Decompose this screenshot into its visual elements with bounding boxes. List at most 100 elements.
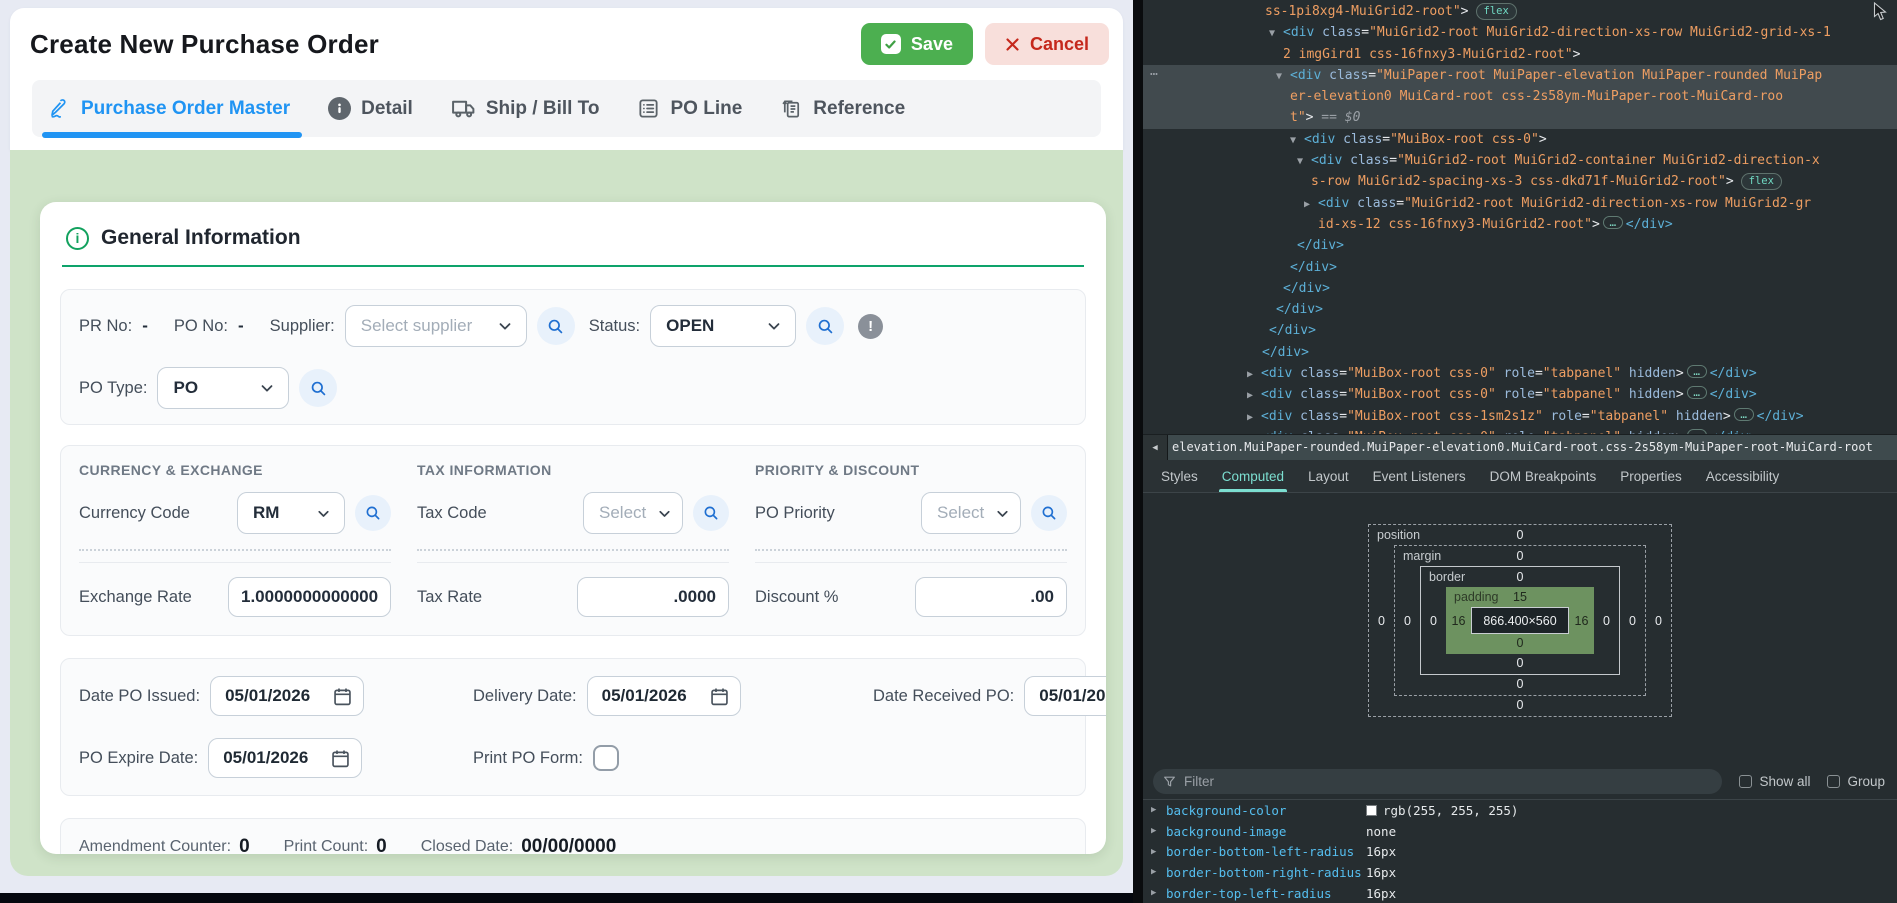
cancel-button[interactable]: Cancel <box>985 23 1109 65</box>
box-model-margin-layer[interactable]: margin 0 0 border 0 0 <box>1394 545 1646 696</box>
dom-tree-line[interactable]: </div> <box>1143 257 1897 278</box>
po-expire-input[interactable]: 05/01/2026 <box>208 738 362 778</box>
tree-arrow[interactable]: ▼ <box>1269 23 1283 44</box>
discount-input[interactable]: .00 <box>915 577 1067 617</box>
box-model-content[interactable]: 866.400×560 <box>1471 607 1569 634</box>
dom-tree-line[interactable]: </div> <box>1143 320 1897 341</box>
currency-code-select[interactable]: RM <box>237 492 345 534</box>
expand-dots-icon[interactable]: … <box>1687 386 1707 399</box>
tree-arrow[interactable]: ▶ <box>1304 194 1318 215</box>
dom-tree-line[interactable]: ▼<div class="MuiGrid2-root MuiGrid2-dire… <box>1143 22 1897 43</box>
tax-rate-input[interactable]: .0000 <box>577 577 729 617</box>
flex-badge[interactable]: flex <box>1476 3 1517 20</box>
filter-input[interactable] <box>1184 774 1712 789</box>
chevron-down-icon <box>315 505 332 522</box>
tab-ship-bill-to[interactable]: Ship / Bill To <box>451 80 600 137</box>
date-received-input[interactable]: 05/01/2026 <box>1024 676 1106 716</box>
currency-search-button[interactable] <box>355 495 391 531</box>
priority-search-button[interactable] <box>1031 495 1067 531</box>
dom-tree-line[interactable]: ▶<div class="MuiBox-root css-1sm2s1z" ro… <box>1143 406 1897 427</box>
tree-arrow[interactable]: ▼ <box>1297 151 1311 172</box>
dom-tree-line[interactable]: </div> <box>1143 235 1897 256</box>
devtools-tab-event-listeners[interactable]: Event Listeners <box>1361 460 1478 492</box>
dom-tree-line[interactable]: </div> <box>1143 342 1897 363</box>
expand-arrow-icon[interactable]: ▶ <box>1151 867 1166 877</box>
tab-detail[interactable]: Detail <box>328 80 413 137</box>
expand-arrow-icon[interactable]: ▶ <box>1151 888 1166 898</box>
status-value: OPEN <box>666 316 714 336</box>
flex-badge[interactable]: flex <box>1741 173 1782 190</box>
tree-arrow[interactable]: ▶ <box>1247 407 1261 428</box>
tab-purchase-order-master[interactable]: Purchase Order Master <box>48 80 290 137</box>
dom-tree-line[interactable]: er-elevation0 MuiCard-root css-2s58ym-Mu… <box>1143 86 1897 107</box>
devtools-tab-accessibility[interactable]: Accessibility <box>1694 460 1792 492</box>
tree-arrow[interactable]: ▼ <box>1290 130 1304 151</box>
box-model-border-layer[interactable]: border 0 0 padding 15 <box>1420 566 1620 675</box>
status-search-button[interactable] <box>806 307 844 345</box>
po-type-select[interactable]: PO <box>157 367 289 409</box>
solid-divider <box>417 562 729 563</box>
po-expire-label: PO Expire Date: <box>79 749 198 768</box>
tab-po-line[interactable]: PO Line <box>637 80 742 137</box>
tax-code-select[interactable]: Select <box>583 492 683 534</box>
dom-tree-line[interactable]: ▶<div class="MuiGrid2-root MuiGrid2-dire… <box>1143 193 1897 214</box>
tree-arrow[interactable]: ▶ <box>1247 385 1261 406</box>
group-checkbox[interactable] <box>1827 775 1840 788</box>
box-model-position-layer[interactable]: position 0 0 margin 0 0 border 0 <box>1368 524 1672 717</box>
dom-tree-line[interactable]: </div> <box>1143 278 1897 299</box>
delivery-date-input[interactable]: 05/01/2026 <box>587 676 741 716</box>
show-all-checkbox[interactable] <box>1739 775 1752 788</box>
tree-arrow[interactable]: ▼ <box>1276 66 1290 87</box>
code-token: class <box>1335 132 1382 147</box>
dom-tree-line[interactable]: ▼<div class="MuiBox-root css-0"> <box>1143 129 1897 150</box>
status-select[interactable]: OPEN <box>650 305 796 347</box>
tab-reference[interactable]: Reference <box>780 80 905 137</box>
save-button[interactable]: Save <box>861 23 973 65</box>
date-po-issued-input[interactable]: 05/01/2026 <box>210 676 364 716</box>
dates-section: Date PO Issued: 05/01/2026 Delivery Date… <box>60 658 1086 796</box>
dom-tree-line[interactable]: ▶<div class="MuiBox-root css-0" role="ta… <box>1143 384 1897 405</box>
po-type-search-button[interactable] <box>299 369 337 407</box>
calendar-icon[interactable] <box>709 686 730 707</box>
po-priority-select[interactable]: Select <box>921 492 1021 534</box>
expand-arrow-icon[interactable]: ▶ <box>1151 805 1166 815</box>
section-divider <box>62 265 1084 267</box>
dom-tree-line[interactable]: ▼<div class="MuiGrid2-root MuiGrid2-cont… <box>1143 150 1897 171</box>
dotted-divider <box>755 549 1067 551</box>
supplier-select[interactable]: Select supplier <box>345 305 527 347</box>
breadcrumb[interactable]: elevation.MuiPaper-rounded.MuiPaper-elev… <box>1172 435 1895 461</box>
dom-tree-line[interactable]: id-xs-12 css-16fnxy3-MuiGrid2-root">…</d… <box>1143 214 1897 235</box>
dom-tree-line[interactable]: s-row MuiGrid2-spacing-xs-3 css-dkd71f-M… <box>1143 171 1897 192</box>
devtools-tab-computed[interactable]: Computed <box>1210 460 1296 492</box>
dom-tree-line[interactable]: ▶<div class="MuiBox-root css-0" role="ta… <box>1143 427 1897 434</box>
expand-arrow-icon[interactable]: ▶ <box>1151 826 1166 836</box>
devtools-tab-layout[interactable]: Layout <box>1296 460 1361 492</box>
calendar-icon[interactable] <box>330 748 351 769</box>
devtools-tab-styles[interactable]: Styles <box>1149 460 1210 492</box>
chevron-down-icon <box>258 379 276 397</box>
exchange-rate-input[interactable]: 1.0000000000000 <box>228 577 391 617</box>
expand-dots-icon[interactable]: … <box>1687 365 1707 378</box>
expand-arrow-icon[interactable]: ▶ <box>1151 847 1166 857</box>
po-type-field: PO Type: PO <box>79 367 337 409</box>
dom-tree-line[interactable]: </div> <box>1143 299 1897 320</box>
expand-dots-icon[interactable]: … <box>1603 216 1623 229</box>
calendar-icon[interactable] <box>332 686 353 707</box>
box-model-padding-layer[interactable]: padding 15 16 866.400×560 16 0 <box>1446 587 1594 654</box>
devtools-tab-properties[interactable]: Properties <box>1608 460 1694 492</box>
expand-dots-icon[interactable]: … <box>1734 408 1754 421</box>
breadcrumb-back-arrow[interactable]: ◀ <box>1143 435 1168 461</box>
print-po-form-checkbox[interactable] <box>593 745 619 771</box>
supplier-search-button[interactable] <box>537 307 575 345</box>
dom-tree-line[interactable]: t"> == $0 <box>1143 107 1897 128</box>
tax-search-button[interactable] <box>693 495 729 531</box>
dom-tree-line[interactable]: …▼<div class="MuiPaper-root MuiPaper-ele… <box>1143 65 1897 86</box>
margin-left-value: 0 <box>1395 614 1420 628</box>
title-row: Create New Purchase Order Save Cancel <box>30 22 1109 66</box>
tree-arrow[interactable]: ▶ <box>1247 364 1261 385</box>
dom-tree-line[interactable]: ss-1pi8xg4-MuiGrid2-root">flex <box>1143 1 1897 22</box>
dom-tree-line[interactable]: 2 imgGird1 css-16fnxy3-MuiGrid2-root"> <box>1143 44 1897 65</box>
devtools-tab-dom-breakpoints[interactable]: DOM Breakpoints <box>1478 460 1609 492</box>
more-actions-dots[interactable]: … <box>1150 61 1159 82</box>
dom-tree-line[interactable]: ▶<div class="MuiBox-root css-0" role="ta… <box>1143 363 1897 384</box>
